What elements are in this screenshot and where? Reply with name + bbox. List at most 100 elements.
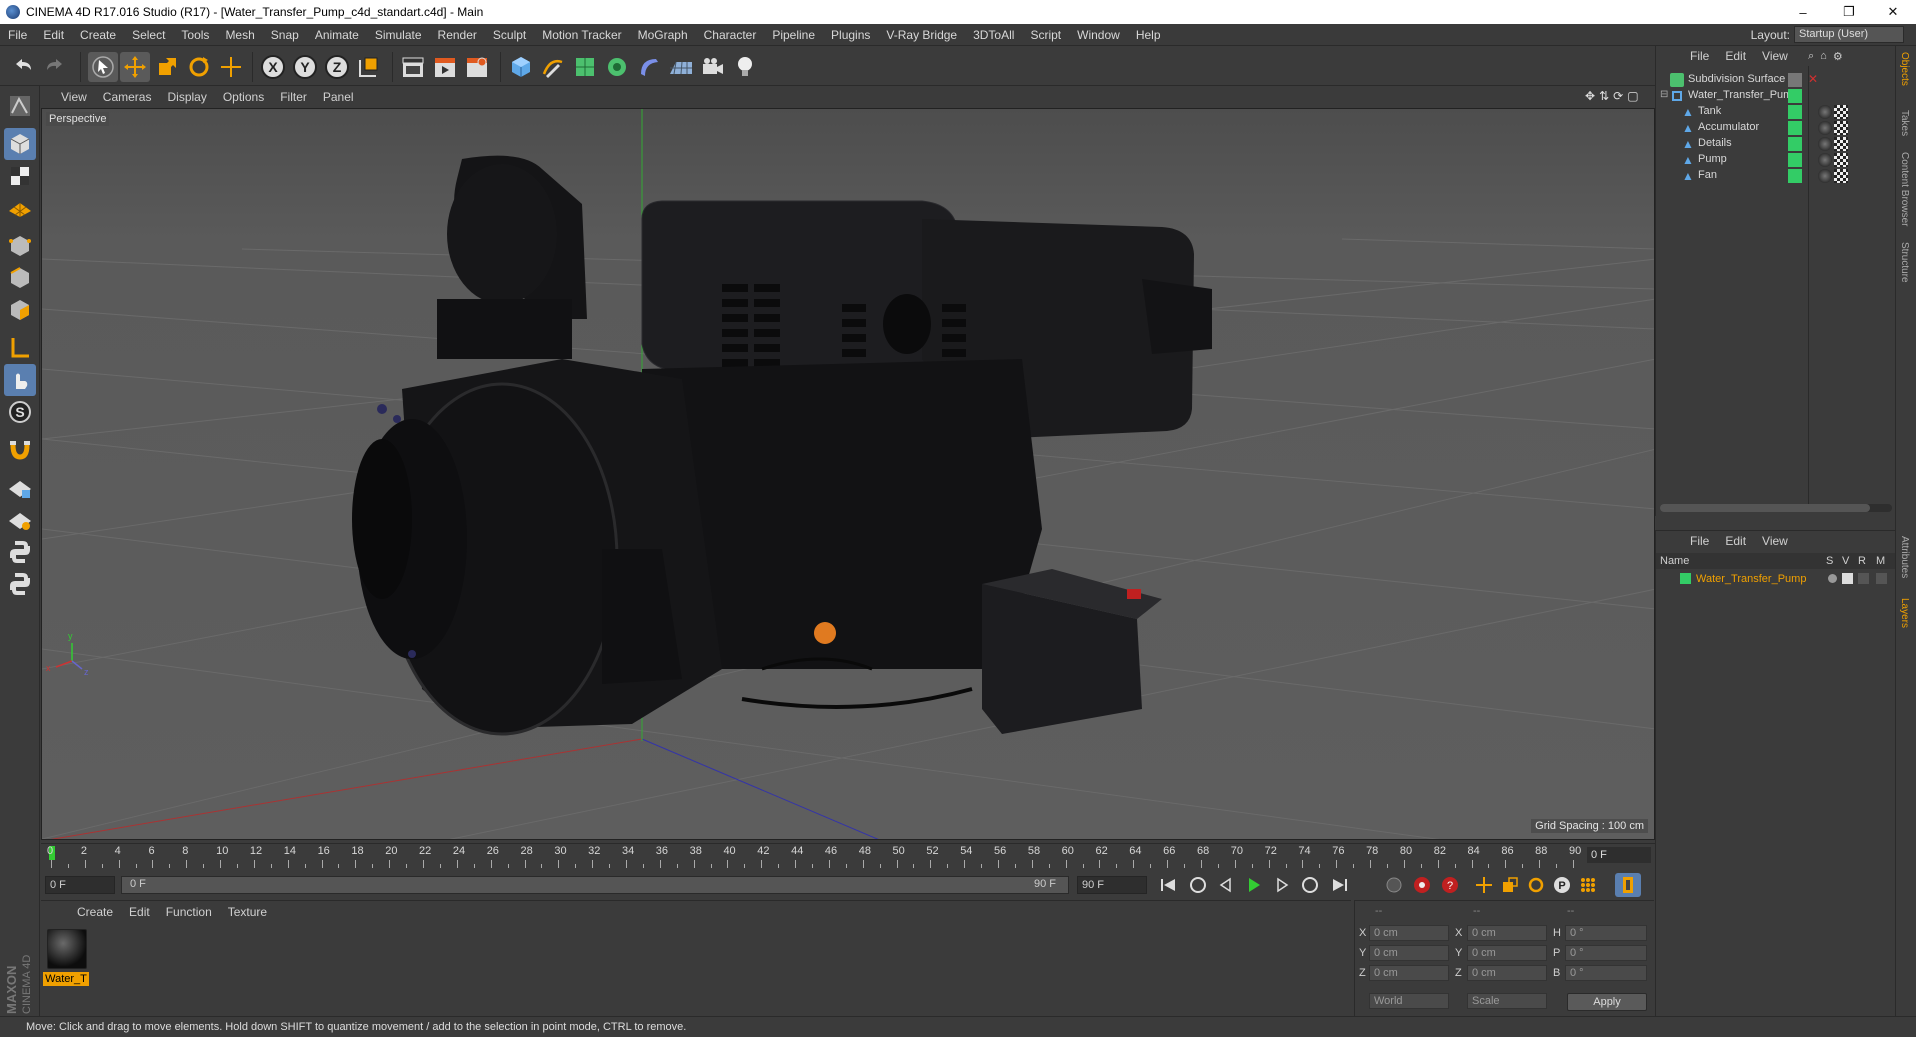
layer-name[interactable]: Water_Transfer_Pump — [1696, 573, 1806, 585]
material-menu-texture[interactable]: Texture — [220, 905, 275, 919]
texture-tag-icon[interactable] — [1834, 105, 1848, 119]
tab-layers[interactable]: Layers — [1899, 598, 1910, 628]
material-tag-icon[interactable] — [1818, 121, 1832, 135]
viewport-menu-cameras[interactable]: Cameras — [95, 90, 160, 104]
add-cube-button[interactable] — [506, 52, 536, 82]
current-frame-field[interactable]: 0 F — [1587, 847, 1651, 863]
texture-tag-icon[interactable] — [1834, 169, 1848, 183]
size-z-field[interactable]: 0 cm — [1467, 965, 1547, 981]
rotation-b-field[interactable]: 0 ° — [1565, 965, 1647, 981]
layer-menu-edit[interactable]: Edit — [1717, 534, 1754, 548]
render-to-picture-viewer-button[interactable] — [430, 52, 460, 82]
viewport-menu-panel[interactable]: Panel — [315, 90, 362, 104]
perspective-viewport[interactable]: y x z Perspective Grid Spacing : 100 cm — [41, 108, 1655, 840]
manager-toggle-icon[interactable] — [1876, 573, 1887, 584]
object-row-fan[interactable]: ▲ Fan — [1658, 166, 1894, 186]
coordinate-mode-dropdown[interactable]: World — [1369, 993, 1449, 1009]
previous-key-button[interactable] — [1185, 873, 1211, 897]
timeline-layout-button[interactable] — [1615, 873, 1641, 897]
layer-menu-file[interactable]: File — [1682, 534, 1717, 548]
end-frame-field[interactable]: 90 F — [1077, 876, 1147, 894]
menu-select[interactable]: Select — [124, 28, 173, 42]
previous-frame-button[interactable] — [1213, 873, 1239, 897]
menu-mesh[interactable]: Mesh — [217, 28, 262, 42]
material-tag-icon[interactable] — [1818, 105, 1832, 119]
points-mode-button[interactable] — [4, 230, 36, 262]
menu-simulate[interactable]: Simulate — [367, 28, 430, 42]
add-array-button[interactable] — [602, 52, 632, 82]
tab-content-browser[interactable]: Content Browser — [1899, 152, 1910, 226]
render-toggle-icon[interactable] — [1858, 573, 1869, 584]
layer-row[interactable]: Water_Transfer_Pump — [1656, 571, 1896, 587]
add-camera-button[interactable] — [698, 52, 728, 82]
menu-3dtoall[interactable]: 3DToAll — [965, 28, 1022, 42]
texture-tag-icon[interactable] — [1834, 121, 1848, 135]
menu-edit[interactable]: Edit — [35, 28, 72, 42]
orbit-icon[interactable]: ⟳ — [1613, 89, 1623, 106]
rotation-p-field[interactable]: 0 ° — [1565, 945, 1647, 961]
settings-icon[interactable]: ⚙ — [1833, 50, 1843, 63]
position-y-field[interactable]: 0 cm — [1369, 945, 1449, 961]
record-active-objects-button[interactable] — [1381, 873, 1407, 897]
tweak-mode-button[interactable] — [4, 364, 36, 396]
position-x-field[interactable]: 0 cm — [1369, 925, 1449, 941]
keyframe-selection-button[interactable]: ? — [1437, 873, 1463, 897]
pan-icon[interactable]: ✥ — [1585, 89, 1595, 106]
menu-help[interactable]: Help — [1128, 28, 1169, 42]
undo-button[interactable] — [8, 52, 38, 82]
viewport-menu-options[interactable]: Options — [215, 90, 272, 104]
render-settings-button[interactable] — [462, 52, 492, 82]
material-preview-swatch[interactable] — [47, 929, 87, 969]
rotation-h-field[interactable]: 0 ° — [1565, 925, 1647, 941]
maximize-view-icon[interactable]: ▢ — [1627, 89, 1638, 106]
position-z-field[interactable]: 0 cm — [1369, 965, 1449, 981]
texture-tag-icon[interactable] — [1834, 153, 1848, 167]
add-floor-button[interactable] — [666, 52, 696, 82]
make-editable-button[interactable] — [4, 90, 36, 122]
menu-script[interactable]: Script — [1022, 28, 1069, 42]
record-scale-button[interactable] — [1497, 873, 1523, 897]
live-selection-button[interactable] — [88, 52, 118, 82]
collapse-toggle-icon[interactable]: ⊟ — [1660, 89, 1668, 100]
material-tag-icon[interactable] — [1818, 153, 1832, 167]
locked-workplane-button[interactable] — [4, 504, 36, 536]
material-menu-function[interactable]: Function — [158, 905, 220, 919]
object-menu-view[interactable]: View — [1754, 49, 1796, 63]
menu-file[interactable]: File — [0, 28, 35, 42]
y-axis-lock-button[interactable]: Y — [290, 52, 320, 82]
texture-mode-button[interactable] — [4, 160, 36, 192]
go-to-start-button[interactable] — [1155, 873, 1181, 897]
record-parameter-button[interactable]: P — [1549, 873, 1575, 897]
menu-character[interactable]: Character — [696, 28, 765, 42]
horizontal-scrollbar[interactable] — [1660, 504, 1892, 512]
home-icon[interactable]: ⌂ — [1820, 50, 1827, 63]
workplane-lock-button[interactable] — [4, 472, 36, 504]
tab-objects[interactable]: Objects — [1899, 52, 1910, 86]
menu-render[interactable]: Render — [430, 28, 485, 42]
tab-takes[interactable]: Takes — [1899, 110, 1910, 136]
next-frame-button[interactable] — [1269, 873, 1295, 897]
material-name-label[interactable]: Water_T — [43, 972, 89, 986]
add-light-button[interactable] — [730, 52, 760, 82]
disabled-x-icon[interactable]: ✕ — [1808, 72, 1818, 86]
layer-color-swatch[interactable] — [1680, 573, 1691, 584]
polygons-mode-button[interactable] — [4, 294, 36, 326]
tab-attributes[interactable]: Attributes — [1899, 536, 1910, 578]
move-tool-button[interactable] — [120, 52, 150, 82]
render-view-button[interactable] — [398, 52, 428, 82]
edges-mode-button[interactable] — [4, 262, 36, 294]
menu-animate[interactable]: Animate — [307, 28, 367, 42]
go-to-end-button[interactable] — [1327, 873, 1353, 897]
workplane-mode-button[interactable] — [4, 192, 36, 224]
menu-snap[interactable]: Snap — [263, 28, 307, 42]
recent-tool-button[interactable] — [216, 52, 246, 82]
axis-mode-button[interactable] — [4, 332, 36, 364]
material-menu-create[interactable]: Create — [69, 905, 121, 919]
scale-tool-button[interactable] — [152, 52, 182, 82]
record-position-button[interactable] — [1471, 873, 1497, 897]
python-script-button-1[interactable] — [4, 536, 36, 568]
autokeying-button[interactable] — [1409, 873, 1435, 897]
x-axis-lock-button[interactable]: X — [258, 52, 288, 82]
menu-plugins[interactable]: Plugins — [823, 28, 878, 42]
add-deformer-button[interactable] — [634, 52, 664, 82]
